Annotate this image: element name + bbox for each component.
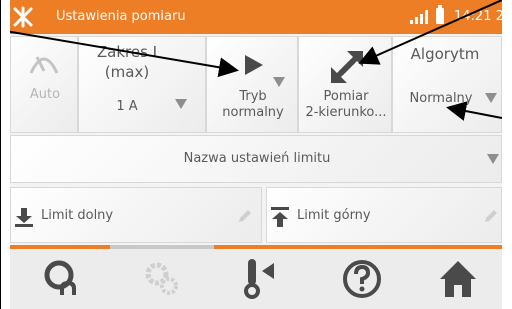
device-screen: Ustawienia pomiaru 14:21 2017.08.09 Auto…: [10, 0, 502, 309]
callout-arrows: [10, 0, 502, 121]
callout-arrow-algorithm: [446, 101, 502, 121]
callout-arrow-mode: [10, 30, 239, 78]
left-callout-line: [0, 0, 1, 309]
callout-arrow-direction: [358, 0, 502, 65]
